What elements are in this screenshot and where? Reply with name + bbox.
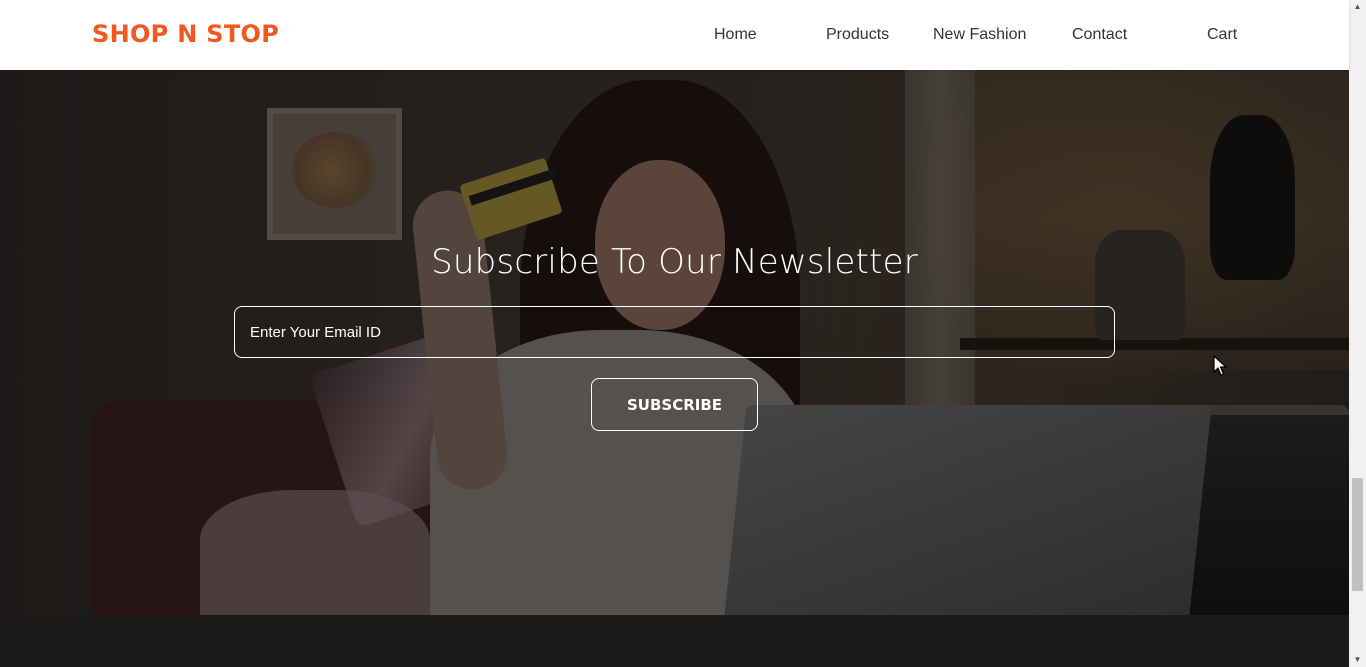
scrollbar-thumb[interactable] <box>1352 478 1363 591</box>
newsletter-section: Subscribe To Our Newsletter SUBSCRIBE <box>0 70 1349 615</box>
nav-link-contact[interactable]: Contact <box>1072 26 1127 44</box>
chevron-down-icon[interactable]: ▼ <box>1349 653 1366 667</box>
navbar: SHOP N STOP Home Products New Fashion Co… <box>0 0 1349 70</box>
nav-link-cart[interactable]: Cart <box>1207 26 1237 44</box>
vertical-scrollbar[interactable]: ▲ ▼ <box>1349 0 1366 667</box>
subscribe-button[interactable]: SUBSCRIBE <box>591 378 758 431</box>
nav-link-products[interactable]: Products <box>826 26 889 44</box>
nav-link-home[interactable]: Home <box>714 26 757 44</box>
page: SHOP N STOP Home Products New Fashion Co… <box>0 0 1366 667</box>
nav-link-new-fashion[interactable]: New Fashion <box>933 26 1026 44</box>
email-input[interactable] <box>234 306 1115 358</box>
brand-logo[interactable]: SHOP N STOP <box>92 20 279 48</box>
chevron-up-icon[interactable]: ▲ <box>1349 0 1366 14</box>
footer <box>0 615 1349 667</box>
mouse-pointer-icon <box>1213 354 1228 382</box>
newsletter-title: Subscribe To Our Newsletter <box>431 242 918 282</box>
